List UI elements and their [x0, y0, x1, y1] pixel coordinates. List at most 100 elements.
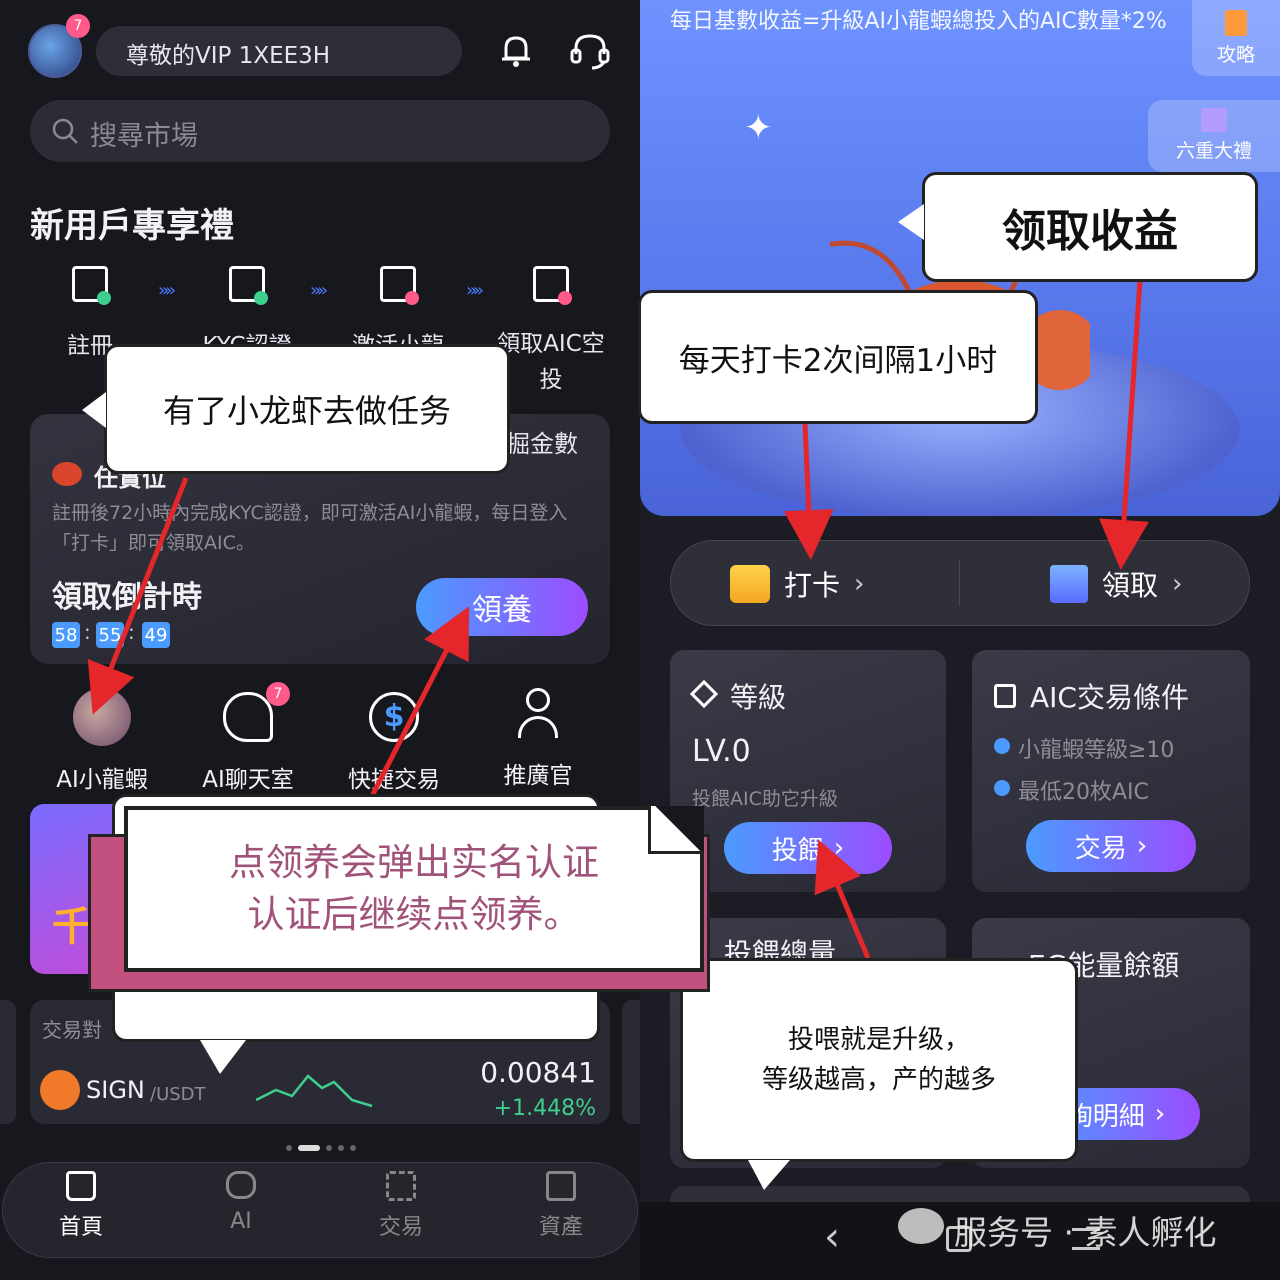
countdown-sep: : — [128, 620, 135, 644]
countdown-label: 領取倒計時 — [52, 580, 202, 615]
page-curl — [648, 806, 704, 854]
annotation-callout: 投喂就是升级， 等级越高，产的越多 — [680, 958, 1078, 1162]
lobster-avatar-icon — [73, 688, 131, 746]
condition-item: 最低20枚AIC — [1018, 780, 1149, 805]
callout-tail — [748, 1160, 790, 1190]
trade-icon — [386, 1171, 416, 1201]
guide-button[interactable]: 攻略 — [1192, 0, 1280, 76]
chevron-right-icon: › — [1136, 831, 1148, 861]
diamond-icon — [689, 679, 719, 709]
claim-label: 領取 — [1102, 569, 1159, 602]
annotation-text: 投喂就是升级， — [787, 1025, 970, 1055]
nav-assets[interactable]: 資產 — [523, 1171, 599, 1241]
clipboard-icon — [994, 684, 1016, 708]
feed-button[interactable]: 投餵 › — [724, 822, 892, 874]
left-screenshot: 7 尊敬的VIP 1XEE3H 搜尋市場 新用戶專享禮 註冊 »» KYC認證 … — [0, 0, 640, 1280]
chip-icon — [380, 266, 419, 305]
market-quote: /USDT — [150, 1084, 206, 1105]
annotation-text: 点领养会弹出实名认证 — [229, 841, 599, 884]
sign-token-icon — [40, 1070, 80, 1110]
quick-trade-icon: $ — [369, 692, 419, 742]
feature-badge: 7 — [266, 682, 290, 706]
checkin-button[interactable]: 打卡 › — [730, 556, 930, 612]
chevron-right-icon: › — [854, 569, 865, 599]
info-icon — [994, 780, 1010, 796]
feature-label: AI聊天室 — [202, 767, 294, 793]
six-gifts-button[interactable]: 六重大禮 — [1148, 100, 1280, 172]
feature-promoter[interactable]: 推廣官 — [476, 688, 600, 790]
calendar-check-icon — [730, 565, 770, 603]
annotation-callout: 每天打卡2次间隔1小时 — [638, 290, 1038, 424]
vip-label: 尊敬的VIP 1XEE3H — [126, 43, 331, 69]
nav-trade[interactable]: 交易 — [363, 1171, 439, 1241]
feature-quick-trade[interactable]: $ 快捷交易 — [332, 688, 456, 794]
condition-item: 小龍蝦等級≥10 — [1018, 738, 1175, 763]
level-value: LV.0 — [692, 734, 751, 769]
step-arrow-icon: »» — [466, 280, 484, 301]
annotation-text: 等级越高，产的越多 — [761, 1065, 996, 1095]
bell-icon[interactable] — [496, 30, 536, 70]
annotation-text: 领取收益 — [1002, 206, 1178, 257]
feature-ai-lobster[interactable]: AI小龍蝦 — [40, 688, 164, 794]
gift-box-icon — [533, 266, 572, 305]
countdown-seconds: 49 — [142, 622, 170, 648]
detail-label: 詢明細 — [1066, 1101, 1145, 1132]
back-chevron-icon[interactable]: ‹ — [824, 1214, 840, 1260]
annotation-text: 有了小龙虾去做任务 — [162, 392, 451, 430]
market-card-left-edge — [0, 1000, 16, 1124]
countdown-minutes: 55 — [96, 622, 124, 648]
level-card: 等級 LV.0 投餵AIC助它升級 投餵 › — [670, 650, 946, 892]
annotation-text: 认证后继续点领养。 — [247, 893, 581, 936]
action-divider — [959, 560, 960, 606]
annotation-callout: 领取收益 — [922, 172, 1258, 282]
banner-text: 千 — [52, 904, 92, 950]
bottom-nav: 首頁 AI 交易 資產 — [2, 1162, 638, 1258]
avatar-badge: 7 — [66, 14, 90, 38]
card-right-label: 掘金數 — [506, 430, 578, 458]
feature-label: 快捷交易 — [348, 767, 440, 793]
guide-label: 攻略 — [1216, 44, 1255, 66]
nav-label: AI — [230, 1209, 252, 1234]
trade-condition-card: AIC交易條件 小龍蝦等級≥10 最低20枚AIC 交易 › — [972, 650, 1250, 892]
condition-title: AIC交易條件 — [1030, 681, 1189, 714]
watermark: 服务号 · 素人孵化 — [954, 1213, 1217, 1252]
feature-label: 推廣官 — [503, 763, 573, 789]
headset-icon[interactable] — [568, 30, 612, 70]
six-gifts-label: 六重大禮 — [1175, 140, 1252, 162]
level-title: 等級 — [730, 681, 787, 714]
nav-ai[interactable]: AI — [203, 1171, 279, 1234]
countdown-sep: : — [84, 620, 91, 644]
home-icon — [66, 1171, 96, 1201]
lobster-small-icon — [52, 462, 82, 486]
level-desc: 投餵AIC助它升級 — [692, 788, 838, 810]
promoter-icon — [516, 688, 560, 740]
chevron-right-icon: › — [1154, 1099, 1166, 1129]
card-desc: 註冊後72小時內完成KYC認證，即可激活AI小龍蝦，每日登入「打卡」即可領取AI… — [52, 502, 568, 554]
kyc-icon — [229, 266, 268, 305]
callout-tail — [82, 392, 106, 428]
nav-home[interactable]: 首頁 — [43, 1171, 119, 1241]
checkin-label: 打卡 — [784, 569, 841, 602]
chevron-right-icon: › — [1172, 569, 1183, 599]
sparkle-icon: ✦ — [744, 108, 773, 148]
book-icon — [1225, 10, 1247, 36]
trade-label: 交易 — [1074, 833, 1127, 864]
annotation-callout: 有了小龙虾去做任务 — [104, 344, 510, 474]
market-card-right-edge — [622, 1000, 640, 1124]
feature-chat-room[interactable]: AI聊天室 — [186, 688, 310, 794]
robot-icon — [226, 1171, 256, 1199]
nav-label: 首頁 — [58, 1215, 103, 1240]
feed-label: 投餵 — [771, 835, 824, 866]
chat-room-icon — [223, 692, 273, 742]
adopt-button[interactable]: 領養 — [416, 578, 588, 636]
wechat-icon — [898, 1208, 944, 1244]
claim-button[interactable]: 領取 › — [1050, 556, 1250, 612]
chevron-right-icon: › — [833, 833, 845, 863]
sparkline — [256, 1074, 373, 1108]
countdown-hours: 58 — [52, 622, 80, 648]
section-title: 新用戶專享禮 — [30, 206, 234, 246]
market-price: 0.00841 — [480, 1056, 596, 1089]
wallet-icon — [546, 1171, 576, 1201]
trade-button[interactable]: 交易 › — [1026, 820, 1196, 872]
framed-note: 点领养会弹出实名认证 认证后继续点领养。 — [124, 806, 704, 972]
